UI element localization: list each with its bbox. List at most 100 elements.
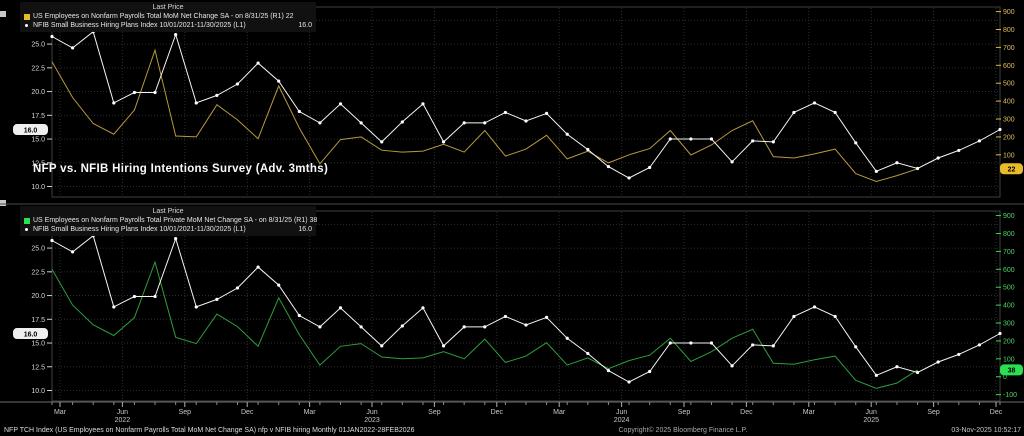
data-point-marker: [813, 101, 816, 104]
data-point-marker: [153, 295, 156, 298]
data-point-marker: [875, 170, 878, 173]
legend-series-label: US Employees on Nonfarm Payrolls Total M…: [33, 12, 294, 21]
legend-series-row[interactable]: US Employees on Nonfarm Payrolls Total M…: [24, 12, 312, 21]
data-point-marker: [483, 121, 486, 124]
panel-handle[interactable]: [0, 200, 6, 206]
axis-label: 800: [1003, 231, 1015, 238]
series-line[interactable]: [52, 32, 1000, 178]
axis-label: -100: [1003, 392, 1017, 399]
data-point-marker: [277, 80, 280, 83]
data-point-marker: [50, 239, 53, 242]
axis-label: Sep: [428, 409, 441, 416]
legend-series-value: 16.0: [280, 21, 312, 30]
axis-label: 10.0: [31, 184, 45, 191]
data-point-marker: [813, 305, 816, 308]
axis-label: 20.0: [31, 89, 45, 96]
axis-label: 100: [1003, 356, 1015, 363]
data-point-marker: [442, 344, 445, 347]
legend-series-label: NFIB Small Business Hiring Plans Index 1…: [33, 21, 246, 30]
axis-label: 400: [1003, 99, 1015, 106]
axis-label: 15.0: [31, 341, 45, 348]
data-point-marker: [442, 140, 445, 143]
axis-label: 300: [1003, 321, 1015, 328]
data-point-marker: [937, 156, 940, 159]
axis-label: 2022: [115, 417, 131, 424]
data-point-marker: [195, 101, 198, 104]
data-point-marker: [607, 165, 610, 168]
axis-label: Jun: [866, 409, 877, 416]
axis-label: 38: [1008, 368, 1016, 375]
legend-series-row[interactable]: NFIB Small Business Hiring Plans Index 1…: [24, 21, 312, 30]
data-point-marker: [648, 370, 651, 373]
axis-label: 900: [1003, 9, 1015, 16]
legend-top[interactable]: Last Price US Employees on Nonfarm Payro…: [20, 2, 316, 32]
legend-series-row[interactable]: NFIB Small Business Hiring Plans Index 1…: [24, 225, 312, 234]
axis-label: 600: [1003, 63, 1015, 70]
legend-header: Last Price: [24, 207, 312, 216]
axis-label: 25.0: [31, 42, 45, 49]
data-point-marker: [689, 341, 692, 344]
chart-panel-bottom[interactable]: 27.525.022.520.017.515.012.510.016.09008…: [13, 211, 1023, 401]
axis-label: 400: [1003, 303, 1015, 310]
axis-label: Mar: [304, 409, 317, 416]
data-point-marker: [998, 128, 1001, 131]
axis-label: 500: [1003, 81, 1015, 88]
data-point-marker: [627, 176, 630, 179]
data-point-marker: [256, 61, 259, 64]
data-point-marker: [153, 91, 156, 94]
axis-label: 25.0: [31, 246, 45, 253]
axis-label: 17.5: [31, 317, 45, 324]
statusbar-datetime: 03-Nov-2025 10:52:17: [951, 427, 1024, 434]
axis-label: 700: [1003, 45, 1015, 52]
axis-label: 2023: [364, 417, 380, 424]
series-dot-marker-icon: [25, 228, 28, 231]
data-point-marker: [792, 315, 795, 318]
legend-series-label: NFIB Small Business Hiring Plans Index 1…: [33, 225, 246, 234]
data-point-marker: [710, 341, 713, 344]
axis-label: 800: [1003, 27, 1015, 34]
legend-series-row[interactable]: US Employees on Nonfarm Payrolls Total P…: [24, 216, 312, 225]
data-point-marker: [215, 94, 218, 97]
axis-label: Dec: [990, 409, 1003, 416]
axis-label: Jun: [616, 409, 627, 416]
statusbar-copyright: Copyright© 2025 Bloomberg Finance L.P.: [414, 427, 951, 434]
axis-label: 200: [1003, 134, 1015, 141]
axis-label: 10.0: [31, 388, 45, 395]
status-bar: NFP TCH Index (US Employees on Nonfarm P…: [0, 424, 1024, 436]
data-point-marker: [50, 35, 53, 38]
series-line[interactable]: [52, 236, 1000, 382]
data-point-marker: [566, 133, 569, 136]
data-point-marker: [834, 315, 837, 318]
data-point-marker: [689, 137, 692, 140]
data-point-marker: [978, 139, 981, 142]
axis-label: Sep: [179, 409, 192, 416]
data-point-marker: [504, 315, 507, 318]
data-point-marker: [463, 325, 466, 328]
data-point-marker: [318, 121, 321, 124]
axis-label: 12.5: [31, 364, 45, 371]
axis-label: Dec: [740, 409, 753, 416]
data-point-marker: [504, 111, 507, 114]
data-point-marker: [339, 102, 342, 105]
panel-handle[interactable]: [0, 11, 6, 17]
axis-label: 300: [1003, 117, 1015, 124]
data-point-marker: [112, 101, 115, 104]
legend-series-value: 16.0: [280, 225, 312, 234]
legend-bottom[interactable]: Last Price US Employees on Nonfarm Payro…: [20, 206, 316, 236]
data-point-marker: [298, 314, 301, 317]
axis-label: 15.0: [31, 137, 45, 144]
data-point-marker: [957, 353, 960, 356]
data-point-marker: [174, 33, 177, 36]
data-point-marker: [607, 369, 610, 372]
axis-label: 100: [1003, 152, 1015, 159]
series-line[interactable]: [52, 50, 918, 181]
data-point-marker: [875, 374, 878, 377]
data-point-marker: [401, 120, 404, 123]
axis-label: 600: [1003, 267, 1015, 274]
axis-label: 16.0: [24, 331, 38, 338]
axis-label: 22: [1008, 167, 1016, 174]
data-point-marker: [895, 161, 898, 164]
data-point-marker: [421, 306, 424, 309]
data-point-marker: [298, 110, 301, 113]
statusbar-security-description: NFP TCH Index (US Employees on Nonfarm P…: [0, 427, 414, 434]
